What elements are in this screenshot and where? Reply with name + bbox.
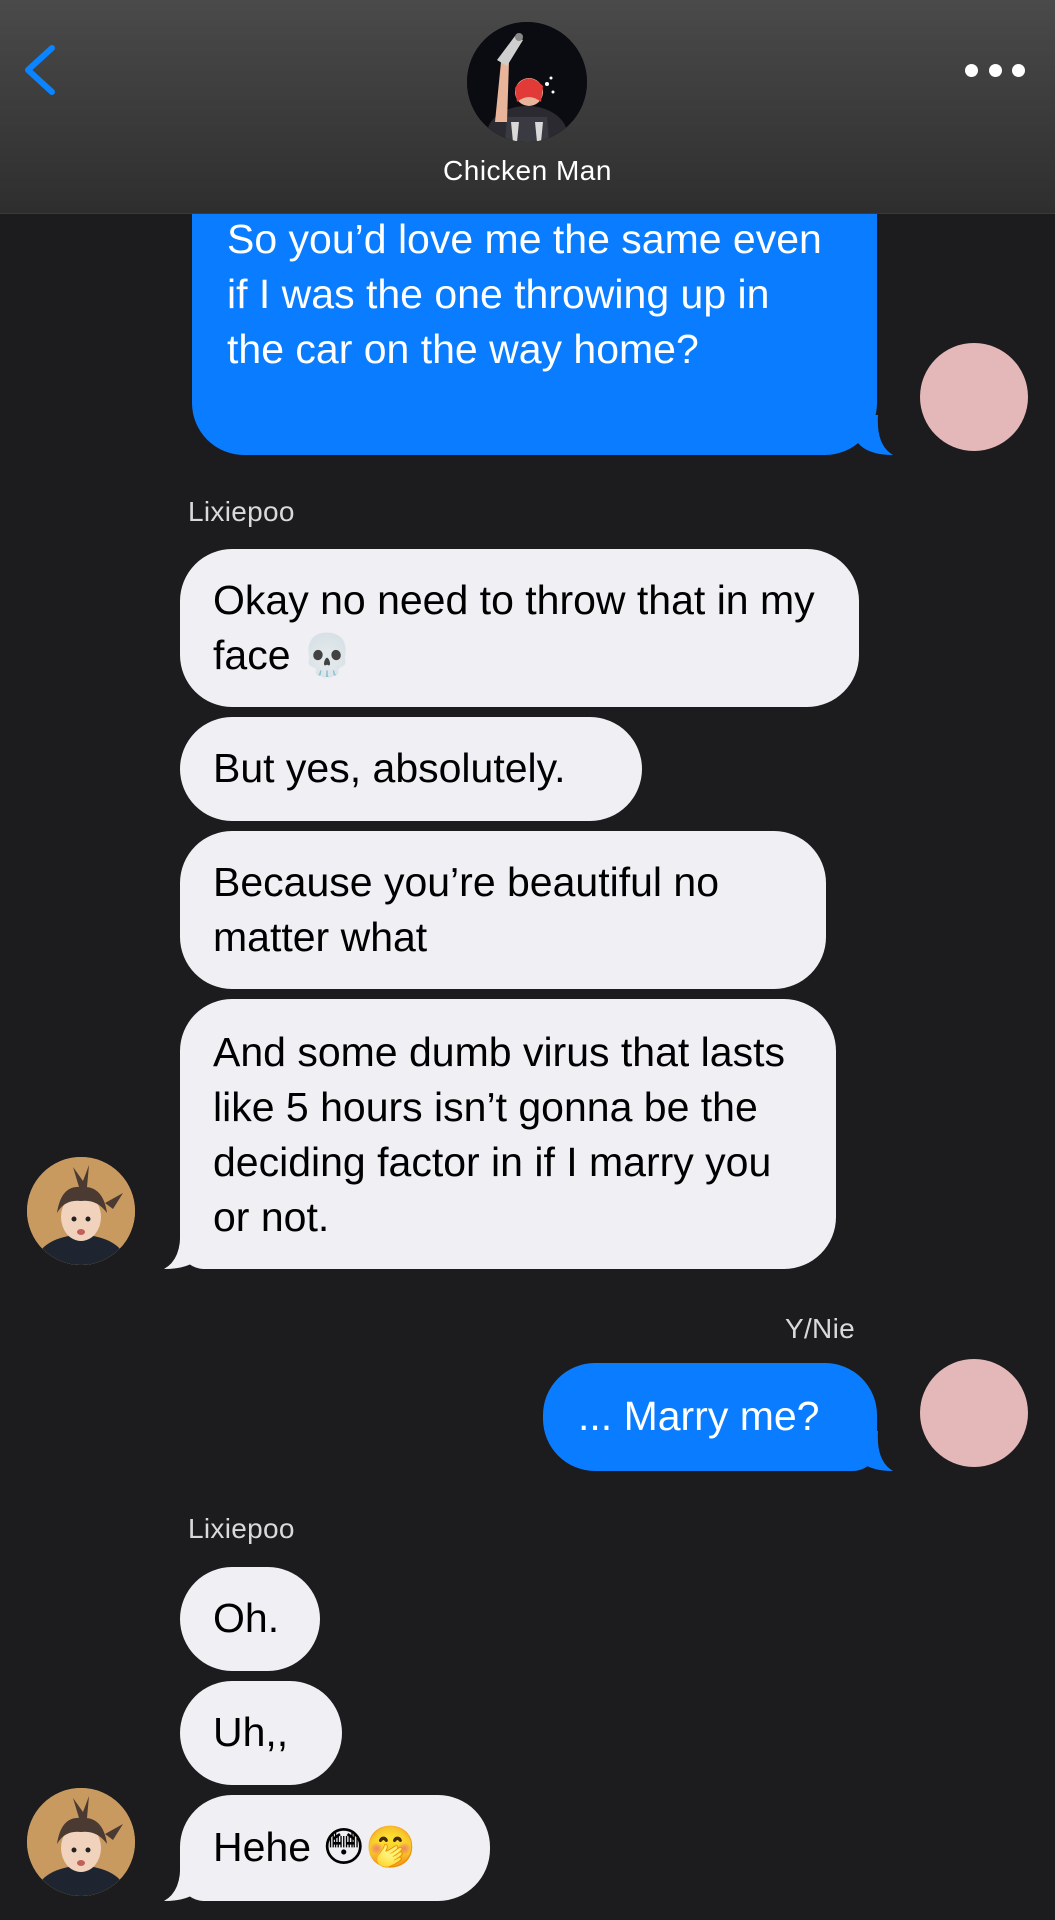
bubble-tail (164, 1229, 200, 1269)
message-text: Uh,, (213, 1709, 289, 1755)
message-bubble-incoming[interactable]: Hehe 😳🤭 (180, 1795, 490, 1901)
message-text: Okay no need to throw that in my face 💀 (213, 577, 815, 678)
message-bubble-incoming[interactable]: Oh. (180, 1567, 320, 1671)
message-text: But yes, absolutely. (213, 745, 566, 791)
message-bubble-outgoing[interactable]: ... Marry me? (543, 1363, 877, 1471)
bubble-tail (858, 1431, 893, 1471)
sender-name: Lixiepoo (188, 496, 295, 527)
bubble-tail (164, 1861, 200, 1901)
message-text: And some dumb virus that lasts like 5 ho… (213, 1029, 785, 1240)
contact-photo (467, 22, 587, 142)
contact-avatar-small[interactable] (27, 1157, 135, 1265)
contact-name[interactable]: Chicken Man (0, 155, 1055, 187)
avatar-photo (27, 1157, 135, 1265)
contact-avatar[interactable] (467, 22, 587, 142)
message-bubble-incoming[interactable]: Uh,, (180, 1681, 342, 1785)
chevron-left-icon (25, 45, 55, 95)
message-bubble-incoming[interactable]: But yes, absolutely. (180, 717, 642, 821)
chat-header: Chicken Man (0, 0, 1055, 214)
message-bubble-incoming[interactable]: And some dumb virus that lasts like 5 ho… (180, 999, 836, 1269)
contact-avatar-small[interactable] (27, 1788, 135, 1896)
avatar-photo (27, 1788, 135, 1896)
my-avatar[interactable] (920, 1359, 1028, 1467)
bubble-tail (858, 415, 893, 455)
sender-name: Y/Nie (785, 1313, 855, 1344)
message-bubble-incoming[interactable]: Okay no need to throw that in my face 💀 (180, 549, 859, 707)
my-avatar[interactable] (920, 343, 1028, 451)
message-text: Hehe 😳🤭 (213, 1824, 417, 1870)
more-options-button[interactable] (965, 55, 1025, 85)
ellipsis-icon (965, 63, 978, 77)
chat-screen: Chicken Man So you’d love me the same ev… (0, 0, 1055, 1920)
message-text: ... Marry me? (578, 1393, 820, 1439)
message-text: Because you’re beautiful no matter what (213, 859, 720, 960)
message-bubble-incoming[interactable]: Because you’re beautiful no matter what (180, 831, 826, 989)
sender-name: Lixiepoo (188, 1513, 295, 1544)
message-text: Oh. (213, 1595, 280, 1641)
back-button[interactable] (18, 40, 78, 100)
message-text: So you’d love me the same even if I was … (227, 216, 822, 372)
